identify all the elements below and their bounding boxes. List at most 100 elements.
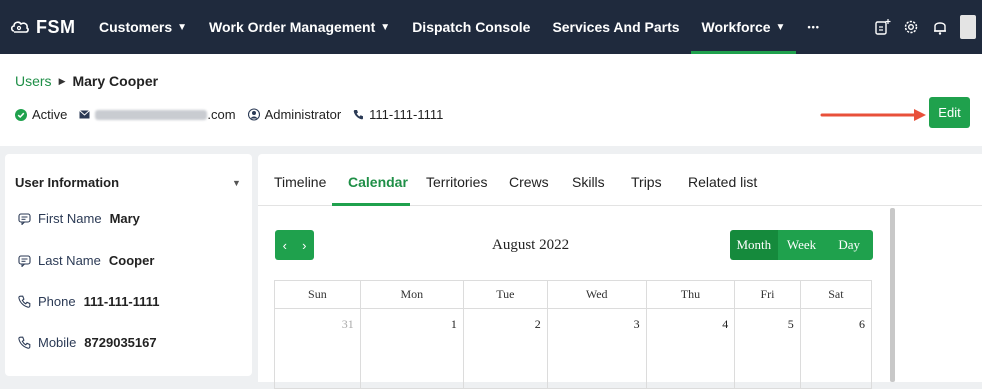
email-redacted [95,109,208,120]
weekday-header: Thu [645,280,736,309]
weekday-header: Sun [274,280,361,309]
tab-bar: Timeline Calendar Territories Crews Skil… [258,154,982,206]
calendar-title: August 2022 [492,237,570,253]
weekday-header: Sat [799,280,873,309]
more-menu[interactable]: ••• [796,0,830,54]
nav-workforce[interactable]: Workforce ▼ [690,0,797,54]
nav-right-tools [873,0,982,54]
user-information-panel: User Information ▼ First Name Mary Last … [5,154,252,376]
phone-text: 111-111-1111 [369,107,444,122]
calendar-day-cell[interactable]: 5 [734,308,801,389]
chevron-down-icon[interactable]: ▼ [232,178,241,188]
top-navigation: FSM Customers ▼ Work Order Management ▼ Di… [0,0,982,54]
last-name-row: Last Name Cooper [18,253,154,268]
nav-dispatch-console[interactable]: Dispatch Console [401,0,541,54]
role-field: Administrator [247,107,342,122]
brand[interactable]: FSM [10,17,88,38]
nav-customers-label: Customers [99,19,173,35]
month-view-button[interactable]: Month [730,230,778,260]
nav-customers[interactable]: Customers ▼ [88,0,198,54]
name-card-icon [18,213,31,225]
phone-value: 111-111-1111 [83,294,160,309]
tab-calendar[interactable]: Calendar [348,174,408,190]
breadcrumb: Users ▶ Mary Cooper [15,73,158,89]
last-name-label: Last Name [38,253,101,268]
fsm-logo-icon [10,21,29,33]
user-header: Users ▶ Mary Cooper Active .com Administ… [0,54,982,146]
weekday-header: Mon [359,280,464,309]
phone-row: Phone 111-111-1111 [18,294,160,309]
calendar-day-cell[interactable]: 6 [799,308,873,389]
tab-territories[interactable]: Territories [426,174,487,190]
avatar[interactable] [960,15,976,39]
nav-workforce-label: Workforce [701,19,771,35]
status-text: Active [32,107,68,122]
nav-dispatch-label: Dispatch Console [412,19,531,35]
phone-field: 111-111-1111 [353,107,443,122]
gear-icon[interactable] [902,18,920,36]
add-record-icon[interactable] [873,18,891,36]
email-suffix: .com [207,107,236,122]
status-badge: Active [15,107,67,122]
first-name-value: Mary [109,211,140,226]
user-meta-row: Active .com Administrator 111-111-1111 [15,107,455,122]
calendar-day-cell[interactable]: 4 [645,308,736,389]
bell-icon[interactable] [931,18,949,36]
tab-trips[interactable]: Trips [631,174,662,190]
nav-work-order-label: Work Order Management [209,19,376,35]
first-name-row: First Name Mary [18,211,140,226]
phone-label: Phone [38,294,76,309]
brand-name: FSM [36,16,76,37]
calendar-nav: ‹ › [275,230,314,260]
check-circle-icon [15,108,27,121]
nav-services-and-parts[interactable]: Services And Parts [541,0,690,54]
chevron-left-icon[interactable]: ‹ [283,238,287,253]
day-view-button[interactable]: Day [825,230,873,260]
phone-icon [353,110,364,120]
phone-icon [18,336,31,349]
chevron-down-icon: ▼ [380,21,391,33]
first-name-label: First Name [38,211,102,226]
weekday-header: Tue [462,280,548,309]
active-tab-indicator [332,203,410,206]
chevron-right-icon[interactable]: › [302,238,306,253]
nav-work-order-management[interactable]: Work Order Management ▼ [198,0,401,54]
calendar-day-cell[interactable]: 1 [359,308,464,389]
weekday-header: Fri [734,280,801,309]
mobile-label: Mobile [38,335,77,350]
tab-crews[interactable]: Crews [509,174,549,190]
calendar-week-row: 31 1 2 3 4 5 6 [274,308,873,389]
weekday-header: Wed [546,280,647,309]
user-information-heading: User Information [15,175,120,190]
calendar-view-switcher: Month Week Day [730,230,873,260]
mail-icon [79,110,91,119]
email-field: .com [79,107,236,122]
detail-panel: Timeline Calendar Territories Crews Skil… [258,154,982,389]
red-arrow-annotation [820,109,926,121]
chevron-down-icon: ▼ [775,21,786,33]
vertical-scrollbar[interactable] [890,208,895,382]
calendar-grid: Sun Mon Tue Wed Thu Fri Sat 31 1 2 3 4 5… [274,280,873,389]
name-card-icon [18,255,31,267]
tab-skills[interactable]: Skills [572,174,605,190]
mobile-value: 8729035167 [84,335,157,350]
page-title: Mary Cooper [72,73,159,89]
chevron-down-icon: ▼ [177,21,188,33]
calendar-day-cell[interactable]: 31 [274,308,361,389]
tab-timeline[interactable]: Timeline [274,174,326,190]
breadcrumb-users-link[interactable]: Users [15,73,52,89]
weekday-header-row: Sun Mon Tue Wed Thu Fri Sat [274,280,873,309]
week-view-button[interactable]: Week [777,230,826,260]
phone-icon [18,295,31,308]
edit-button[interactable]: Edit [929,97,970,128]
calendar-day-cell[interactable]: 3 [546,308,647,389]
tab-related-list[interactable]: Related list [688,174,757,190]
last-name-value: Cooper [108,253,155,268]
calendar-day-cell[interactable]: 2 [462,308,548,389]
mobile-row: Mobile 8729035167 [18,335,157,350]
user-role-icon [247,108,260,121]
role-text: Administrator [264,107,342,122]
breadcrumb-separator-icon: ▶ [58,75,66,86]
more-icon: ••• [807,22,820,32]
nav-services-label: Services And Parts [552,19,680,35]
